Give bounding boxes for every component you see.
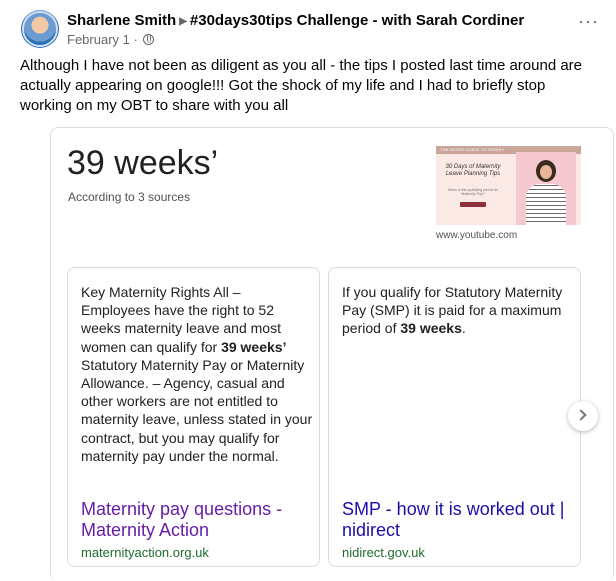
thumbnail-band-text: THE MOMS GUIDE TO MONEY bbox=[440, 147, 505, 152]
more-options-button[interactable]: ··· bbox=[578, 12, 598, 36]
featured-snippet-card: 39 weeks’ According to 3 sources THE MOM… bbox=[50, 127, 614, 581]
author-line: Sharlene Smith ▶ #30days30tips Challenge -… bbox=[67, 12, 524, 29]
snippet-link[interactable]: SMP - how it is worked out | nidirect bbox=[342, 499, 574, 541]
snippet-domain: maternityaction.org.uk bbox=[81, 545, 209, 560]
snippet-highlight: 39 weeks’ bbox=[221, 338, 287, 355]
snippet-text: Key Maternity Rights All – Employees hav… bbox=[81, 284, 313, 464]
snippet-card[interactable]: If you qualify for Statutory Maternity P… bbox=[328, 267, 581, 567]
snippet-link[interactable]: Maternity pay questions - Maternity Acti… bbox=[81, 499, 313, 541]
chevron-right-icon bbox=[575, 409, 587, 421]
person-body bbox=[526, 184, 566, 225]
author-avatar[interactable] bbox=[21, 10, 59, 48]
thumbnail-button bbox=[460, 202, 486, 207]
group-name[interactable]: #30days30tips Challenge - with Sarah Cor… bbox=[190, 12, 524, 29]
snippet-text: If you qualify for Statutory Maternity P… bbox=[342, 284, 563, 337]
next-arrow-button[interactable] bbox=[568, 401, 598, 431]
meta-separator: · bbox=[133, 32, 138, 47]
snippet-domain: nidirect.gov.uk bbox=[342, 545, 425, 560]
caret-right-icon: ▶ bbox=[179, 16, 187, 27]
thumbnail-subtitle: When is the qualifying period for Matern… bbox=[448, 188, 498, 196]
snippet-card[interactable]: Key Maternity Rights All – Employees hav… bbox=[67, 267, 320, 567]
post-date[interactable]: February 1 bbox=[67, 32, 130, 47]
thumbnail-source[interactable]: www.youtube.com bbox=[436, 230, 517, 241]
post-header: Sharlene Smith ▶ #30days30tips Challenge -… bbox=[0, 0, 616, 56]
featured-answer: 39 weeks’ bbox=[67, 144, 219, 182]
post-text: Although I have not been as diligent as … bbox=[20, 57, 583, 114]
snippet-highlight: 39 weeks bbox=[400, 320, 462, 337]
globe-icon bbox=[143, 34, 155, 45]
video-thumbnail[interactable]: THE MOMS GUIDE TO MONEY 30 Days of Mater… bbox=[436, 146, 581, 225]
post-meta: February 1 · bbox=[67, 32, 155, 47]
thumbnail-title: 30 Days of Maternity Leave Planning Tips bbox=[445, 164, 501, 177]
person-face bbox=[540, 165, 552, 179]
thumbnail-person-image bbox=[516, 152, 576, 225]
sources-count: According to 3 sources bbox=[68, 190, 191, 204]
author-name[interactable]: Sharlene Smith bbox=[67, 12, 176, 29]
